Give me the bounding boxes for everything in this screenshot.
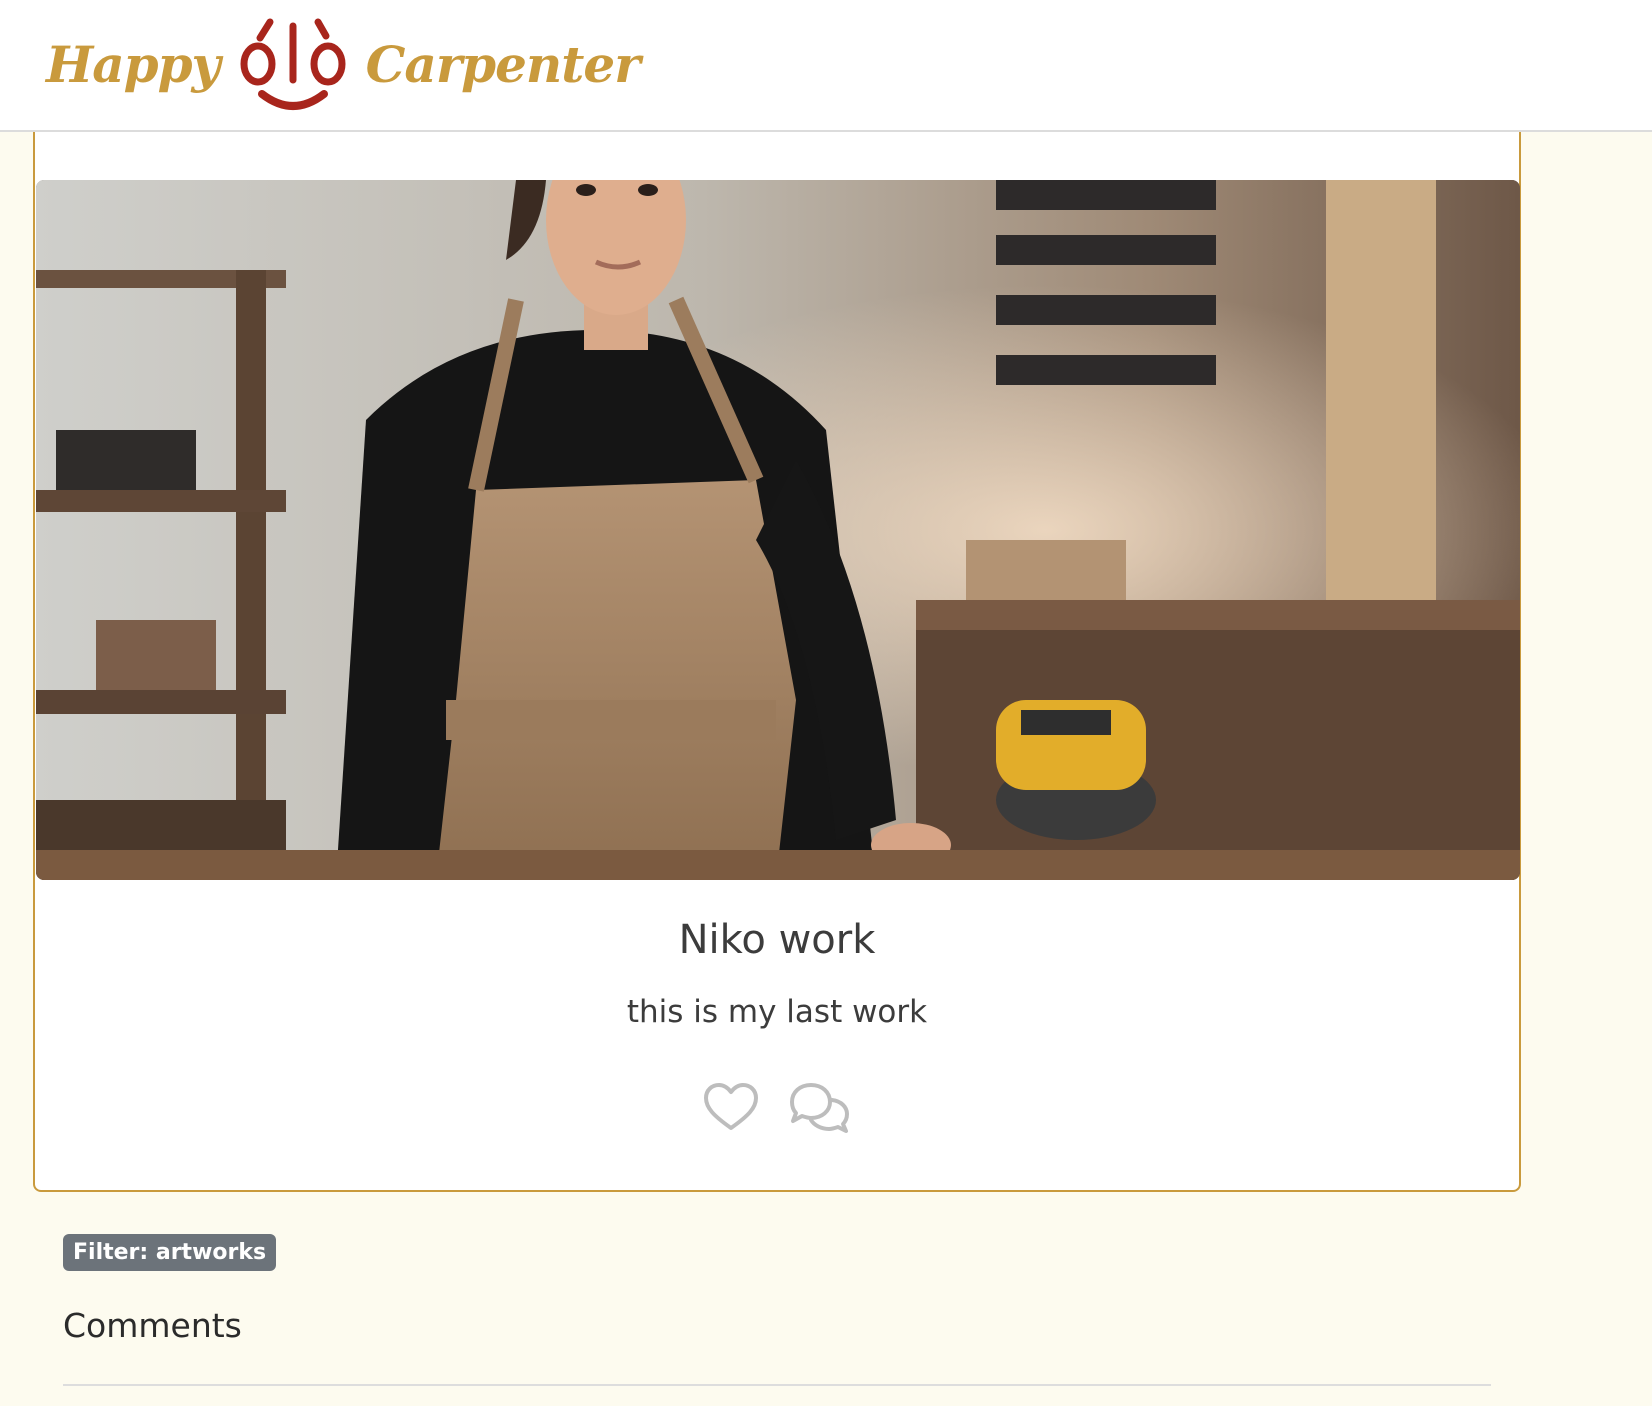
filter-badge[interactable]: Filter: artworks xyxy=(63,1234,277,1271)
comments-heading: Comments xyxy=(63,1306,242,1345)
comments-divider xyxy=(63,1384,1491,1386)
smiley-logo-icon xyxy=(240,18,346,110)
logo-word-carpenter: Carpenter xyxy=(365,34,641,94)
post-description: this is my last work xyxy=(626,994,928,1030)
workshop-photo-illustration xyxy=(36,180,1520,880)
post-actions xyxy=(35,1080,1519,1136)
post-image xyxy=(36,180,1520,880)
post-card: Niko work this is my last work xyxy=(33,132,1521,1192)
logo-word-happy: Happy xyxy=(46,34,221,94)
site-header: Happy Carpenter xyxy=(0,0,1652,132)
site-logo[interactable]: Happy Carpenter xyxy=(46,14,641,114)
comments-icon[interactable] xyxy=(786,1080,852,1136)
post-title: Niko work xyxy=(678,917,876,963)
heart-icon[interactable] xyxy=(702,1080,760,1136)
